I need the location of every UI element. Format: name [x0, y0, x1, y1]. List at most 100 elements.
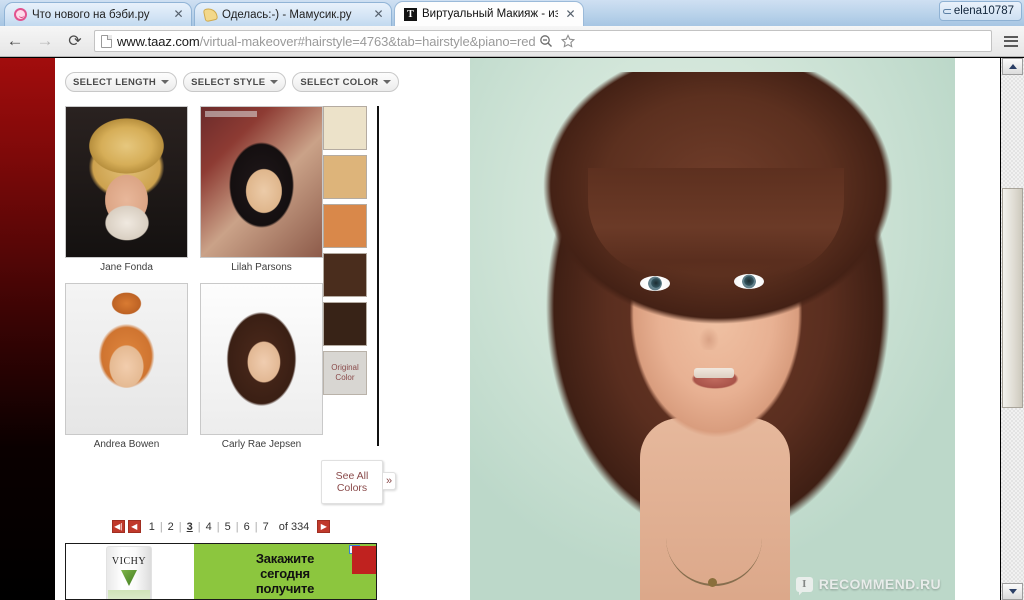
- browser-tab-1[interactable]: Что нового на бэби.ру ✕: [4, 2, 192, 26]
- photo-nose: [696, 316, 722, 350]
- hairstyle-thumbnail[interactable]: [65, 106, 188, 258]
- hair-color-swatch-5[interactable]: [323, 302, 367, 346]
- page-viewport: SELECT LENGTH SELECT STYLE SELECT COLOR: [0, 58, 1024, 600]
- see-all-colors-label: See All Colors: [335, 470, 369, 494]
- tab-close-icon[interactable]: ✕: [172, 8, 185, 21]
- browser-toolbar: ← → ⟳ www.taaz.com/virtual-makeover#hair…: [0, 26, 1024, 57]
- photo-hair-bangs: [588, 168, 844, 276]
- hairstyle-card[interactable]: Andrea Bowen: [65, 283, 188, 450]
- account-name: elena10787: [953, 5, 1014, 17]
- page-link-7[interactable]: 7: [258, 521, 274, 533]
- first-page-button[interactable]: ◀|: [111, 520, 125, 533]
- watermark: I RECOMMEND.RU: [795, 576, 941, 592]
- ad-line-3: получите: [255, 581, 315, 596]
- panel-divider: [377, 106, 379, 446]
- ad-line-1: Закажите: [255, 551, 315, 566]
- zoom-out-icon[interactable]: [535, 30, 557, 52]
- hair-color-swatch-4[interactable]: [323, 253, 367, 297]
- ad-product-image: VICHY: [66, 544, 194, 599]
- hair-color-swatch-column: Original Color: [323, 106, 371, 400]
- photo-pupil-left: [651, 278, 661, 288]
- page-link-6[interactable]: 6: [239, 521, 255, 533]
- person-icon: [942, 9, 951, 14]
- select-length-label: SELECT LENGTH: [73, 76, 157, 88]
- star-icon[interactable]: [557, 30, 579, 52]
- hairstyle-card[interactable]: Carly Rae Jepsen: [200, 283, 323, 450]
- page-link-1[interactable]: 1: [144, 521, 160, 533]
- forward-button[interactable]: →: [30, 26, 60, 56]
- vertical-scrollbar[interactable]: [1001, 58, 1024, 600]
- page-link-4[interactable]: 4: [201, 521, 217, 533]
- page-document-icon: [101, 34, 112, 48]
- original-color-swatch[interactable]: Original Color: [323, 351, 367, 395]
- ad-brand-label: VICHY: [111, 556, 147, 567]
- chevron-down-icon: [383, 80, 392, 84]
- tab-strip: Что нового на бэби.ру ✕ Оделась:-) - Мам…: [0, 0, 1024, 26]
- select-length-dropdown[interactable]: SELECT LENGTH: [65, 72, 178, 92]
- account-button[interactable]: elena10787: [938, 1, 1022, 21]
- hamburger-lines: [1004, 35, 1018, 47]
- page-total-label: of 334: [278, 520, 310, 533]
- photo-necklace-pendant: [708, 578, 717, 587]
- hairstyle-grid: Jane Fonda Lilah Parsons Andrea Bowen Ca…: [65, 106, 323, 460]
- back-button[interactable]: ←: [0, 26, 30, 56]
- page-link-2[interactable]: 2: [163, 521, 179, 533]
- browser-window: Что нового на бэби.ру ✕ Оделась:-) - Мам…: [0, 0, 1024, 600]
- hamburger-menu-icon[interactable]: [998, 26, 1024, 56]
- hairstyle-thumbnail[interactable]: [65, 283, 188, 435]
- hairstyle-thumbnail[interactable]: [200, 283, 323, 435]
- hairstyle-row: Jane Fonda Lilah Parsons: [65, 106, 323, 273]
- filter-bar: SELECT LENGTH SELECT STYLE SELECT COLOR: [65, 72, 400, 92]
- original-color-label: Original Color: [331, 363, 359, 382]
- select-style-dropdown[interactable]: SELECT STYLE: [183, 72, 287, 92]
- hairstyle-card[interactable]: Jane Fonda: [65, 106, 188, 273]
- page-left-gutter: [0, 58, 55, 600]
- chevron-down-icon: [161, 80, 170, 84]
- hairstyle-panel: SELECT LENGTH SELECT STYLE SELECT COLOR: [55, 58, 400, 600]
- chevron-down-icon: [270, 80, 279, 84]
- hairstyle-card[interactable]: Lilah Parsons: [200, 106, 323, 273]
- chevron-up-icon: [1008, 64, 1017, 69]
- select-color-dropdown[interactable]: SELECT COLOR: [292, 72, 400, 92]
- makeover-preview-photo[interactable]: I RECOMMEND.RU: [470, 58, 955, 600]
- tab-title: Что нового на бэби.ру: [32, 8, 150, 21]
- ad-line-2: сегодня: [260, 566, 310, 581]
- scroll-down-button[interactable]: [1002, 583, 1023, 600]
- ad-copy: Закажите сегодня получите: [194, 544, 376, 599]
- envelope-icon: [202, 6, 219, 23]
- hairstyle-name: Andrea Bowen: [93, 439, 160, 450]
- address-bar[interactable]: www.taaz.com/virtual-makeover#hairstyle=…: [94, 30, 992, 52]
- pagination: ◀| ◀ 1 | 2 | 3 | 4 | 5 | 6 | 7 of 334 ▶: [65, 520, 377, 533]
- advertisement-banner[interactable]: VICHY Закажите сегодня получите: [65, 543, 377, 600]
- browser-tab-2[interactable]: Оделась:-) - Мамусик.ру ✕: [194, 2, 392, 26]
- tab-title: Оделась:-) - Мамусик.ру: [222, 8, 352, 21]
- ad-tube-band: [108, 590, 150, 599]
- scrollbar-thumb[interactable]: [1002, 188, 1023, 408]
- chevron-down-icon: [1008, 589, 1017, 594]
- irecommend-logo-icon: I: [795, 576, 813, 592]
- see-all-colors-button[interactable]: See All Colors: [321, 460, 383, 504]
- scroll-up-button[interactable]: [1002, 58, 1023, 75]
- hair-color-swatch-2[interactable]: [323, 155, 367, 199]
- tab-close-icon[interactable]: ✕: [564, 8, 577, 21]
- page-link-3-current[interactable]: 3: [182, 521, 198, 533]
- taaz-page: SELECT LENGTH SELECT STYLE SELECT COLOR: [55, 58, 1000, 600]
- hairstyle-name: Jane Fonda: [100, 262, 153, 273]
- hairstyle-row: Andrea Bowen Carly Rae Jepsen: [65, 283, 323, 450]
- tab-title: Виртуальный Макияж - изм: [422, 8, 558, 20]
- photo-teeth: [694, 368, 734, 378]
- photo-pupil-right: [744, 276, 754, 286]
- hairstyle-thumbnail[interactable]: [200, 106, 323, 258]
- select-color-label: SELECT COLOR: [300, 76, 379, 88]
- page-link-5[interactable]: 5: [220, 521, 236, 533]
- next-page-button[interactable]: ▶: [317, 520, 331, 533]
- tab-close-icon[interactable]: ✕: [372, 8, 385, 21]
- browser-tab-3-active[interactable]: T Виртуальный Макияж - изм ✕: [394, 1, 584, 26]
- hair-color-swatch-1[interactable]: [323, 106, 367, 150]
- taaz-t-icon: T: [404, 7, 417, 21]
- see-all-colors-arrow-icon[interactable]: »: [383, 472, 397, 490]
- reload-button[interactable]: ⟳: [60, 26, 90, 56]
- prev-page-button[interactable]: ◀: [127, 520, 141, 533]
- hair-color-swatch-3[interactable]: [323, 204, 367, 248]
- hairstyle-name: Carly Rae Jepsen: [221, 439, 302, 450]
